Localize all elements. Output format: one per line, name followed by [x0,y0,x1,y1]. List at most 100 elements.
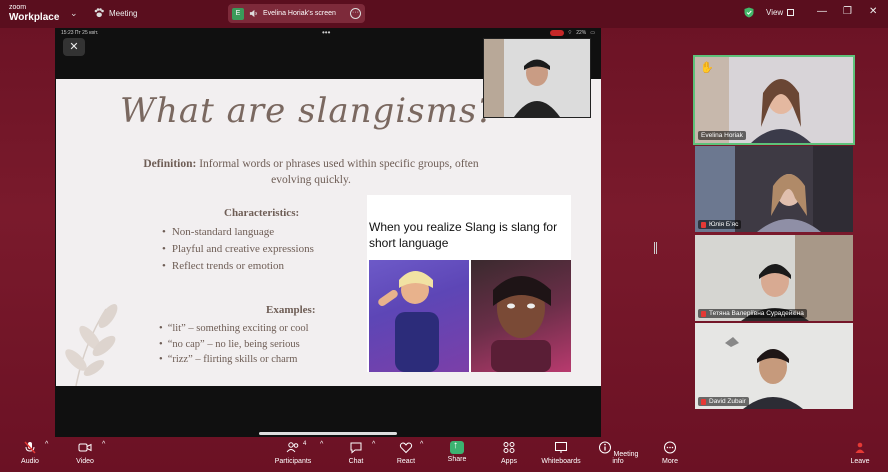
chat-icon [350,442,362,454]
chat-button[interactable]: Chat [344,441,368,465]
list-item: Reflect trends or emotion [162,258,314,275]
participant-name-tag: David Zubair [698,397,749,406]
video-button[interactable]: Video [72,441,98,465]
meeting-info-label: Meeting info [612,451,639,465]
paw-icon [94,8,104,18]
more-options-icon[interactable]: ··· [350,8,361,19]
security-shield-icon[interactable] [744,7,754,18]
participant-name-tag: Юлія Бʼяс [698,220,742,229]
sharer-avatar: E [232,7,244,20]
list-item: “lit” – something exciting or cool [159,321,309,337]
react-label: React [396,458,416,465]
close-icon[interactable]: ✕ [63,38,85,56]
more-button[interactable]: More [658,441,682,465]
screen-share-indicator[interactable]: E Evelina Horiak's screen ··· [228,4,365,23]
participant-tile[interactable]: ✋ Evelina Horiak [693,55,855,145]
whiteboards-label: Whiteboards [541,458,581,465]
recording-icon [549,30,564,36]
meme-caption: When you realize Slang is slang for shor… [369,220,558,250]
chevron-down-icon[interactable]: ⌄ [70,8,78,19]
meme-image: When you realize Slang is slang for shor… [367,195,571,372]
participant-name: Тетяна Валеріївна Сурадейкіна [709,310,804,317]
view-label: View [766,8,784,17]
meme-photo-left [369,260,469,372]
chat-label: Chat [348,458,364,465]
meme-photo-right [471,260,571,372]
shared-screen: 15:23 Пт 25 квіт. ••• ⌔ 22% ▭ ✕ What are… [55,28,601,437]
minimize-button[interactable]: — [817,6,827,17]
slide-definition: Definition: Informal words or phrases us… [126,156,496,188]
meeting-label: Meeting [109,8,138,18]
video-options-caret[interactable]: ^ [102,441,105,448]
close-window-button[interactable]: ✕ [869,6,877,17]
participant-name: Evelina Horiak [698,131,746,140]
audio-button[interactable]: Audio [18,441,42,465]
definition-label: Definition: [143,158,197,170]
share-screen-icon [450,440,464,454]
zoom-window: zoom Workplace ⌄ Meeting E Evelina Horia… [0,0,888,472]
wifi-icon: ⌔ [567,30,573,36]
share-title: Evelina Horiak's screen [263,10,336,17]
home-indicator [259,432,397,435]
meeting-menu[interactable]: Meeting [94,8,137,18]
zoom-logo: zoom Workplace [9,3,59,23]
camera-icon [78,443,92,452]
participant-tile[interactable]: Юлія Бʼяс [695,146,853,232]
speaker-icon[interactable] [249,9,258,18]
meeting-toolbar: Audio ^ Video ^ Participants 4 ^ Chat ^ … [0,437,888,472]
ipad-status-icons: ⌔ 22% ▭ [549,30,595,36]
list-item: Non-standard language [162,224,314,241]
grid-view-icon [787,9,795,16]
meeting-info-button[interactable]: Meeting info [595,441,641,465]
list-item: “rizz” – flirting skills or charm [159,352,309,368]
definition-text: Informal words or phrases used within sp… [196,158,479,186]
raise-hand-icon: ✋ [700,62,714,74]
logo-line2: Workplace [9,12,60,23]
more-label: More [662,458,678,465]
participant-name: Юлія Бʼяс [709,221,739,228]
participant-tile[interactable]: Тетяна Валеріївна Сурадейкіна [695,235,853,321]
video-label: Video [76,458,94,465]
apps-icon [503,442,515,453]
apps-button[interactable]: Apps [498,441,520,465]
floating-video-thumbnail[interactable] [483,38,591,118]
apps-label: Apps [501,458,517,465]
mic-muted-icon [24,441,36,454]
restore-button[interactable]: ❐ [843,6,852,17]
title-bar: zoom Workplace ⌄ Meeting E Evelina Horia… [0,0,888,28]
share-button[interactable]: Share [445,440,469,463]
leave-button[interactable]: Leave [848,441,872,465]
characteristics-heading: Characteristics: [224,207,300,219]
participants-label: Participants [274,458,312,465]
slide-title: What are slangisms? [120,91,497,131]
characteristics-list: Non-standard language Playful and creati… [162,224,314,275]
examples-heading: Examples: [266,304,316,316]
react-button[interactable]: React [394,441,418,465]
list-item: “no cap” – no lie, being serious [159,337,309,353]
ipad-dots: ••• [322,28,331,37]
participant-tile[interactable]: David Zubair [695,323,853,409]
chat-options-caret[interactable]: ^ [372,441,375,448]
participant-name-tag: Тетяна Валеріївна Сурадейкіна [698,309,807,318]
participants-count: 4 [303,441,307,447]
audio-label: Audio [21,458,39,465]
examples-list: “lit” – something exciting or cool “no c… [159,321,309,368]
participants-options-caret[interactable]: ^ [320,441,323,448]
battery-icon: ▭ [590,30,595,36]
participants-icon [286,442,299,453]
leave-label: Leave [850,458,870,465]
react-options-caret[interactable]: ^ [420,441,423,448]
battery-level: 22% [576,30,587,36]
presentation-slide: What are slangisms? Definition: Informal… [56,79,601,386]
heart-icon [399,442,413,454]
leave-icon [855,442,865,453]
view-button[interactable]: View [766,8,795,17]
audio-options-caret[interactable]: ^ [45,441,48,448]
whiteboards-button[interactable]: Whiteboards [538,441,584,465]
leaf-decoration-icon [65,304,118,386]
whiteboard-icon [555,442,567,453]
mic-muted-icon [701,398,706,405]
resize-handle[interactable] [654,242,657,254]
participant-name: David Zubair [709,398,746,405]
info-icon [598,441,611,454]
